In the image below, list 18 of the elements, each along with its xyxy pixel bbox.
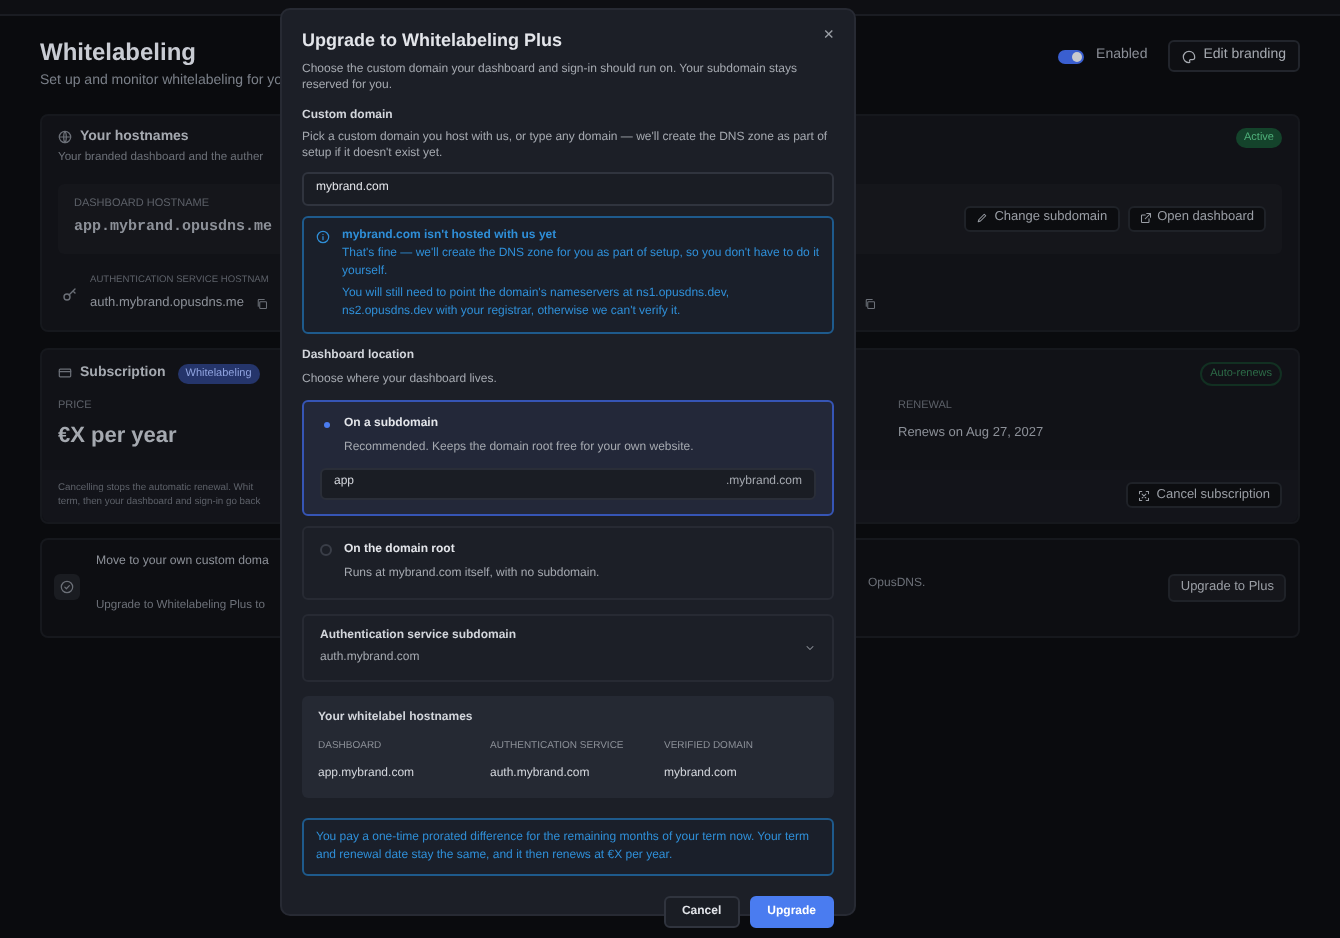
key-icon: [62, 285, 78, 302]
radio-button[interactable]: [320, 544, 332, 556]
price-value: €X per year: [58, 422, 177, 453]
copy-icon[interactable]: [864, 297, 876, 310]
cancel-icon: [1138, 489, 1151, 502]
close-button[interactable]: ×: [823, 26, 834, 44]
external-link-icon: [1139, 212, 1152, 225]
enabled-toggle[interactable]: [1058, 49, 1085, 63]
pencil-icon: [976, 212, 989, 225]
dialog-title: Upgrade to Whitelabeling Plus: [302, 28, 563, 54]
info-icon: [316, 229, 330, 243]
copy-icon[interactable]: [255, 297, 268, 310]
radio-button[interactable]: [320, 418, 332, 430]
globe-icon: [58, 130, 72, 145]
check-circle-icon: [60, 580, 74, 595]
card-icon: [58, 366, 72, 381]
page-title: Whitelabeling: [40, 36, 196, 68]
palette-icon: [1181, 49, 1196, 63]
